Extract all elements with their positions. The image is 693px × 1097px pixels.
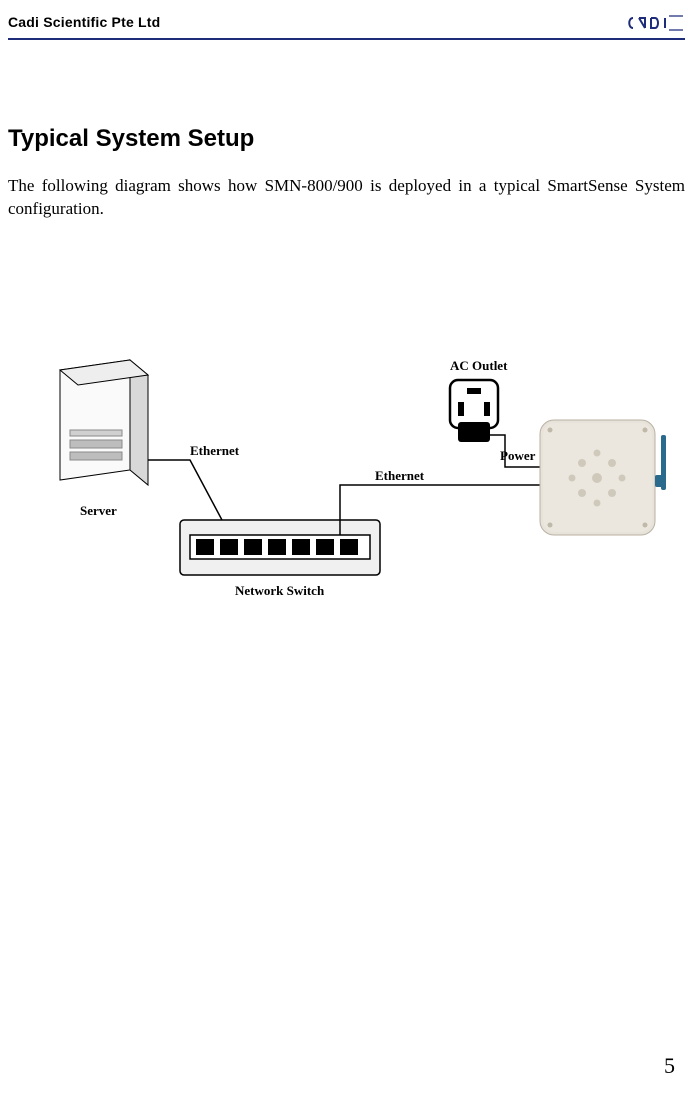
ethernet-label-1: Ethernet bbox=[190, 443, 240, 458]
ac-outlet-icon bbox=[450, 380, 498, 442]
server-icon bbox=[60, 360, 148, 485]
network-switch-icon bbox=[180, 520, 380, 575]
ac-outlet-label: AC Outlet bbox=[450, 358, 508, 373]
system-diagram: Server Ethernet Network Switch Ethernet bbox=[30, 340, 670, 630]
cadi-logo bbox=[625, 14, 685, 37]
header-divider bbox=[8, 38, 685, 40]
intro-paragraph: The following diagram shows how SMN-800/… bbox=[8, 175, 685, 221]
network-switch-label: Network Switch bbox=[235, 583, 325, 598]
page-title: Typical System Setup bbox=[8, 125, 254, 153]
page-number: 5 bbox=[664, 1053, 675, 1079]
ethernet-label-2: Ethernet bbox=[375, 468, 425, 483]
power-label: Power bbox=[500, 448, 536, 463]
company-name: Cadi Scientific Pte Ltd bbox=[8, 14, 160, 30]
server-label: Server bbox=[80, 503, 117, 518]
smn-device-icon bbox=[540, 420, 666, 535]
